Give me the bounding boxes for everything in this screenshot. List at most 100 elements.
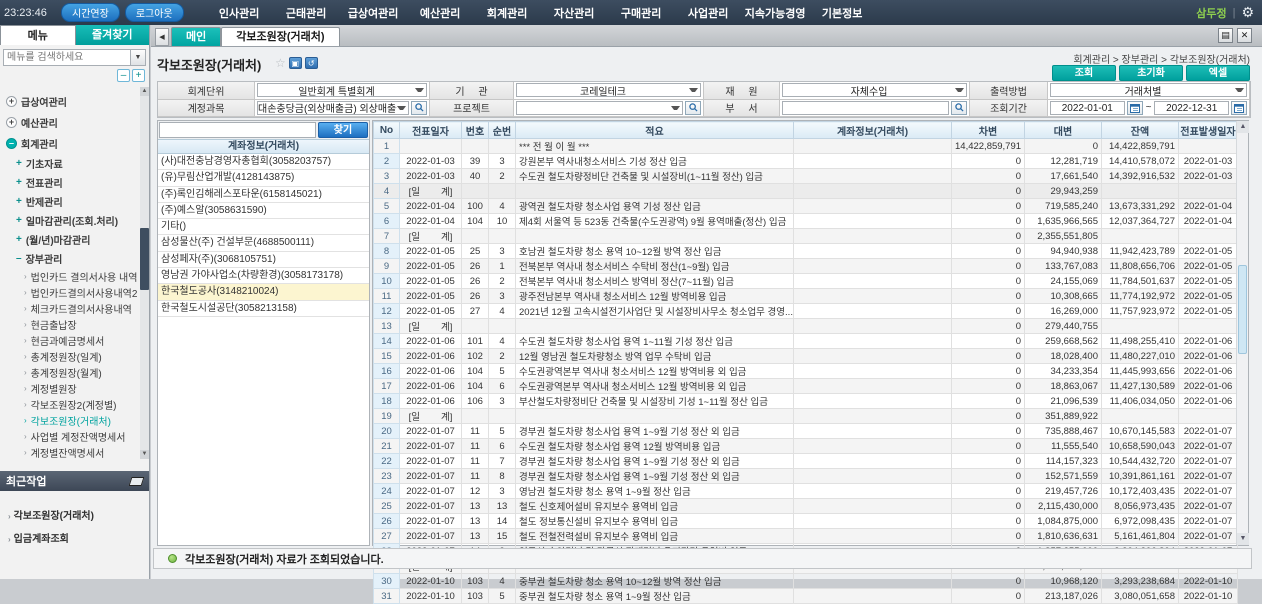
- output-method-select[interactable]: 거래처별: [1050, 83, 1247, 97]
- ledger-row[interactable]: 17 2022-01-06 104 6 수도권광역본부 역사내 청소서비스 12…: [374, 379, 1238, 394]
- close-icon[interactable]: ✕: [1237, 28, 1252, 43]
- calendar-icon[interactable]: [1127, 101, 1143, 115]
- ledger-row[interactable]: 7 [일 계] 0 2,355,551,805: [374, 229, 1238, 244]
- scroll-up-icon[interactable]: ▲: [1237, 121, 1249, 133]
- ledger-row[interactable]: 2 2022-01-03 39 3 강원본부 역사내청소서비스 기성 정산 입금…: [374, 154, 1238, 169]
- help-window-icon[interactable]: ▣: [289, 57, 302, 69]
- ledger-row[interactable]: 30 2022-01-10 103 4 중부권 철도차량 청소 용역 10~12…: [374, 574, 1238, 589]
- col-debit[interactable]: 차변: [952, 122, 1025, 139]
- scroll-up-icon[interactable]: ▲: [140, 87, 149, 96]
- ledger-row[interactable]: 6 2022-01-04 104 10 제4회 서울역 등 523동 건축물(수…: [374, 214, 1238, 229]
- ledger-row[interactable]: 21 2022-01-07 11 6 수도권 철도차량 청소사업 용역 12월 …: [374, 439, 1238, 454]
- ledger-row[interactable]: 31 2022-01-10 103 5 중부권 철도차량 청소 용역 1~9월 …: [374, 589, 1238, 604]
- tab-main[interactable]: 메인: [171, 27, 221, 46]
- ledger-row[interactable]: 15 2022-01-06 102 2 12월 영남권 철도차량청소 방역 업무…: [374, 349, 1238, 364]
- ledger-row[interactable]: 4 [일 계] 0 29,943,259: [374, 184, 1238, 199]
- ledger-row[interactable]: 13 [일 계] 0 279,440,755: [374, 319, 1238, 334]
- global-menu-item[interactable]: 예산관리: [407, 5, 474, 21]
- menu-tree-item[interactable]: 각보조원장(거래처): [0, 412, 140, 428]
- dept-input[interactable]: [782, 101, 949, 115]
- ledger-row[interactable]: 5 2022-01-04 100 4 광역권 철도차량 청소사업 용역 기성 정…: [374, 199, 1238, 214]
- fund-select[interactable]: 자체수입: [782, 83, 967, 97]
- ledger-row[interactable]: 22 2022-01-07 11 7 경부권 철도차량 청소사업 용역 1~9월…: [374, 454, 1238, 469]
- ledger-row[interactable]: 24 2022-01-07 12 3 영남권 철도차량 청소 용역 1~9월 정…: [374, 484, 1238, 499]
- ledger-row[interactable]: 9 2022-01-05 26 1 전북본부 역사내 청소서비스 수탁비 정산(…: [374, 259, 1238, 274]
- tab-back-icon[interactable]: ◀: [155, 28, 169, 46]
- sidebar-scroll-thumb[interactable]: [140, 228, 149, 290]
- collapse-all-button[interactable]: –: [117, 69, 130, 82]
- menu-tree-item[interactable]: 일마감관리(조회.처리): [0, 211, 140, 230]
- global-menu-item[interactable]: 급상여관리: [340, 5, 407, 21]
- menu-tree-item[interactable]: (월/년)마감관리: [0, 230, 140, 249]
- ledger-row[interactable]: 20 2022-01-07 11 5 경부권 철도차량 청소사업 용역 1~9월…: [374, 424, 1238, 439]
- extend-session-button[interactable]: 시간연장: [61, 3, 120, 22]
- menu-tree-item[interactable]: 반제관리: [0, 192, 140, 211]
- global-menu-item[interactable]: 회계관리: [474, 5, 541, 21]
- expand-all-button[interactable]: +: [132, 69, 145, 82]
- ledger-row[interactable]: 25 2022-01-07 13 13 철도 신호제어설비 유지보수 용역비 입…: [374, 499, 1238, 514]
- menu-search-input[interactable]: [3, 49, 131, 66]
- account-title-select[interactable]: 대손충당금(외상매출금) 외상매출금: [257, 101, 409, 115]
- col-seq[interactable]: 순번: [489, 122, 516, 139]
- account-list-item[interactable]: (주)예스알(3058631590): [158, 203, 369, 219]
- menu-tree-item[interactable]: 장부관리: [0, 249, 140, 268]
- menu-tree-item[interactable]: 기초자료: [0, 154, 140, 173]
- ledger-row[interactable]: 18 2022-01-06 106 3 부산철도차량정비단 건축물 및 시설장비…: [374, 394, 1238, 409]
- tab-menu[interactable]: 메뉴: [0, 25, 76, 45]
- tab-subledger[interactable]: 각보조원장(거래처): [221, 27, 339, 46]
- ledger-row[interactable]: 11 2022-01-05 26 3 광주전남본부 역사내 청소서비스 12월 …: [374, 289, 1238, 304]
- logout-button[interactable]: 로그아웃: [125, 3, 184, 22]
- col-credit[interactable]: 대변: [1025, 122, 1102, 139]
- sidebar-scrollbar[interactable]: ▲ ▼: [140, 87, 149, 459]
- menu-tree-item[interactable]: 전표관리: [0, 173, 140, 192]
- ledger-row[interactable]: 10 2022-01-05 26 2 전북본부 역사내 청소서비스 방역비 정산…: [374, 274, 1238, 289]
- account-list-item[interactable]: 삼성페자(주)(3068105751): [158, 252, 369, 268]
- menu-tree-item[interactable]: 현금출납장: [0, 316, 140, 332]
- recent-task-item[interactable]: 입금계좌조회: [0, 526, 149, 549]
- ledger-row[interactable]: 12 2022-01-05 27 4 2021년 12월 고속시설전기사업단 및…: [374, 304, 1238, 319]
- col-balance[interactable]: 잔액: [1102, 122, 1179, 139]
- global-menu-item[interactable]: 기본정보: [809, 5, 876, 21]
- menu-tree-item[interactable]: 계정별잔액명세서: [0, 444, 140, 459]
- ledger-row[interactable]: 14 2022-01-06 101 4 수도권 철도차량 청소사업 용역 1~1…: [374, 334, 1238, 349]
- search-button[interactable]: 조회: [1052, 65, 1116, 81]
- ledger-row[interactable]: 19 [일 계] 0 351,889,922: [374, 409, 1238, 424]
- refresh-window-icon[interactable]: ↺: [305, 57, 318, 69]
- menu-tree-item[interactable]: 총계정원장(일계): [0, 348, 140, 364]
- org-select[interactable]: 코레일테크: [516, 83, 701, 97]
- menu-tree-item[interactable]: 예산관리: [0, 112, 140, 133]
- ledger-row[interactable]: 8 2022-01-05 25 3 호남권 철도차량 청소 용역 10~12월 …: [374, 244, 1238, 259]
- col-voucher-date[interactable]: 전표일자: [400, 122, 462, 139]
- recent-task-item[interactable]: 각보조원장(거래처): [0, 503, 149, 526]
- account-list-item[interactable]: 한국철도공사(3148210024): [158, 284, 369, 300]
- global-menu-item[interactable]: 근태관리: [273, 5, 340, 21]
- global-menu-item[interactable]: 구매관리: [608, 5, 675, 21]
- global-menu-item[interactable]: 인사관리: [206, 5, 273, 21]
- account-list-item[interactable]: (주)록인김해레스포타운(6158145021): [158, 187, 369, 203]
- menu-tree-item[interactable]: 총계정원장(월계): [0, 364, 140, 380]
- ledger-row[interactable]: 16 2022-01-06 104 5 수도권광역본부 역사내 청소서비스 12…: [374, 364, 1238, 379]
- accounts-filter-input[interactable]: [159, 122, 316, 138]
- scroll-down-icon[interactable]: ▼: [1237, 533, 1249, 545]
- tab-favorites[interactable]: 즐겨찾기: [76, 25, 150, 45]
- excel-button[interactable]: 엑셀: [1186, 65, 1250, 81]
- col-description[interactable]: 적요: [516, 122, 794, 139]
- col-voucher-gen-date[interactable]: 전표발생일자: [1179, 122, 1238, 139]
- col-number[interactable]: 번호: [462, 122, 489, 139]
- favorite-star-icon[interactable]: ☆: [275, 56, 286, 70]
- ledger-row[interactable]: 1 *** 전 월 이 월 *** 14,422,859,791 0 14,42…: [374, 139, 1238, 154]
- col-account-info[interactable]: 계좌정보(거래처): [794, 122, 952, 139]
- ledger-row[interactable]: 3 2022-01-03 40 2 수도권 철도차량정비단 건축물 및 시설장비…: [374, 169, 1238, 184]
- settings-gear-icon[interactable]: ⚙: [1241, 4, 1254, 21]
- menu-tree-item[interactable]: 각보조원장2(계정별): [0, 396, 140, 412]
- ledger-row[interactable]: 23 2022-01-07 11 8 경부권 철도차량 청소사업 용역 1~9월…: [374, 469, 1238, 484]
- menu-tree-item[interactable]: 현금과예금명세서: [0, 332, 140, 348]
- menu-tree-item[interactable]: 법인카드 결의서사용 내역: [0, 268, 140, 284]
- period-to-input[interactable]: 2022-12-31: [1154, 101, 1229, 115]
- menu-tree-item[interactable]: 회계관리: [0, 133, 140, 154]
- menu-tree-item[interactable]: 급상여관리: [0, 91, 140, 112]
- project-select[interactable]: [516, 101, 683, 115]
- ledger-scrollbar[interactable]: ▲ ▼: [1236, 121, 1248, 545]
- account-list-item[interactable]: (사)대전충남경영자총협회(3058203757): [158, 154, 369, 170]
- menu-tree-item[interactable]: 체크카드결의서사용내역: [0, 300, 140, 316]
